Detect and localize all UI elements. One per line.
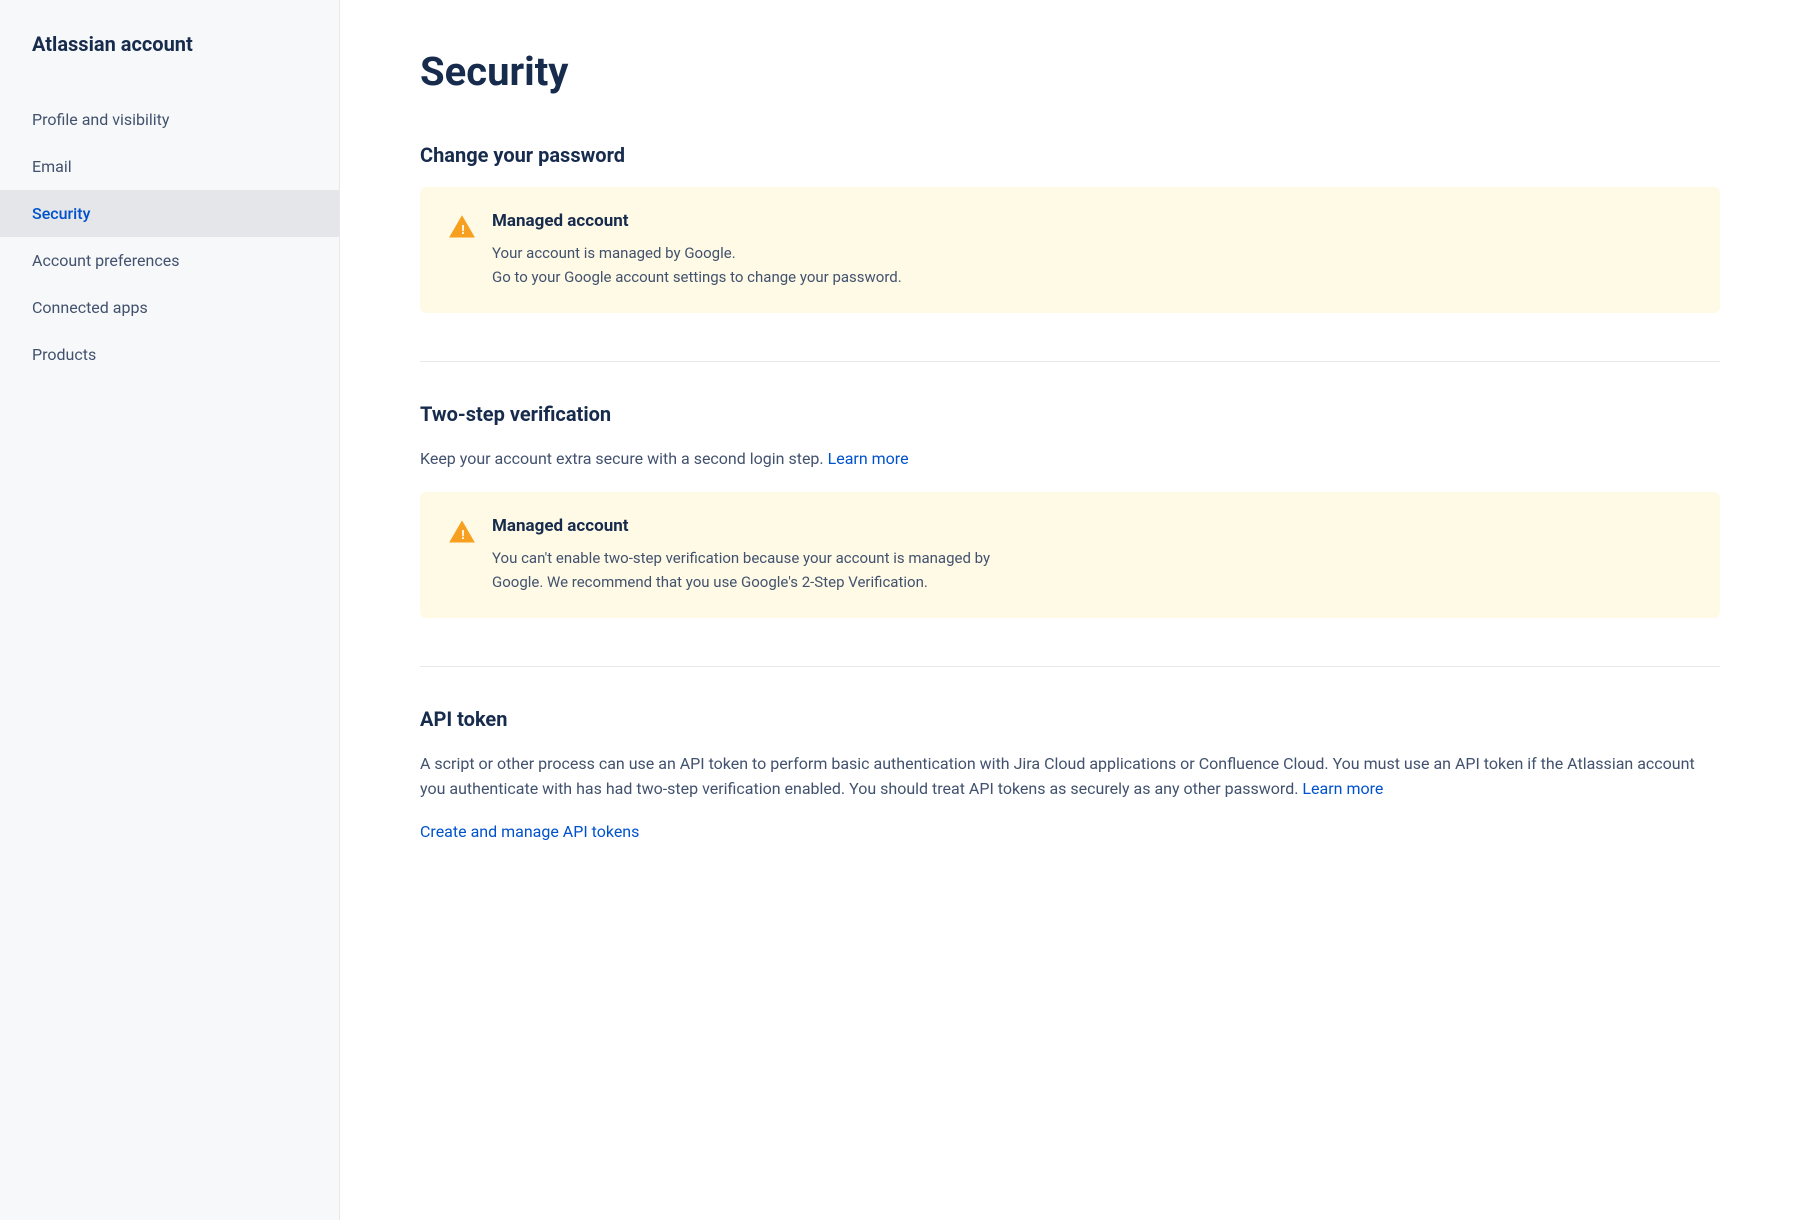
change-password-section: Change your password ! Managed account Y… — [420, 143, 1720, 313]
divider-2 — [420, 666, 1720, 667]
two-step-description: Keep your account extra secure with a se… — [420, 446, 1720, 472]
api-token-section: API token A script or other process can … — [420, 707, 1720, 841]
api-token-title: API token — [420, 707, 1720, 731]
sidebar-item-connected-apps[interactable]: Connected apps — [0, 284, 339, 331]
sidebar-item-security[interactable]: Security — [0, 190, 339, 237]
sidebar: Atlassian account Profile and visibility… — [0, 0, 340, 1220]
sidebar-item-profile[interactable]: Profile and visibility — [0, 96, 339, 143]
change-password-title: Change your password — [420, 143, 1720, 167]
sidebar-item-products[interactable]: Products — [0, 331, 339, 378]
managed-account-warning-1-text: Your account is managed by Google. Go to… — [492, 241, 1692, 289]
two-step-learn-more-link[interactable]: Learn more — [828, 449, 909, 468]
managed-account-warning-2-content: Managed account You can't enable two-ste… — [492, 516, 1692, 594]
warning-icon-1: ! — [448, 213, 476, 241]
api-token-learn-more-link[interactable]: Learn more — [1302, 779, 1383, 798]
page-title: Security — [420, 48, 1720, 95]
managed-account-warning-1-title: Managed account — [492, 211, 1692, 231]
sidebar-nav: Profile and visibility Email Security Ac… — [0, 96, 339, 378]
create-manage-api-tokens-link[interactable]: Create and manage API tokens — [420, 822, 1720, 841]
sidebar-title: Atlassian account — [0, 32, 339, 96]
svg-text:!: ! — [461, 527, 465, 542]
api-token-description: A script or other process can use an API… — [420, 751, 1720, 802]
managed-account-warning-2: ! Managed account You can't enable two-s… — [420, 492, 1720, 618]
sidebar-item-email[interactable]: Email — [0, 143, 339, 190]
managed-account-warning-2-text: You can't enable two-step verification b… — [492, 546, 1692, 594]
main-content: Security Change your password ! Managed … — [340, 0, 1800, 1220]
warning-icon-2: ! — [448, 518, 476, 546]
two-step-verification-section: Two-step verification Keep your account … — [420, 402, 1720, 618]
two-step-verification-title: Two-step verification — [420, 402, 1720, 426]
managed-account-warning-2-title: Managed account — [492, 516, 1692, 536]
sidebar-item-account-preferences[interactable]: Account preferences — [0, 237, 339, 284]
managed-account-warning-1: ! Managed account Your account is manage… — [420, 187, 1720, 313]
divider-1 — [420, 361, 1720, 362]
svg-text:!: ! — [461, 222, 465, 237]
managed-account-warning-1-content: Managed account Your account is managed … — [492, 211, 1692, 289]
